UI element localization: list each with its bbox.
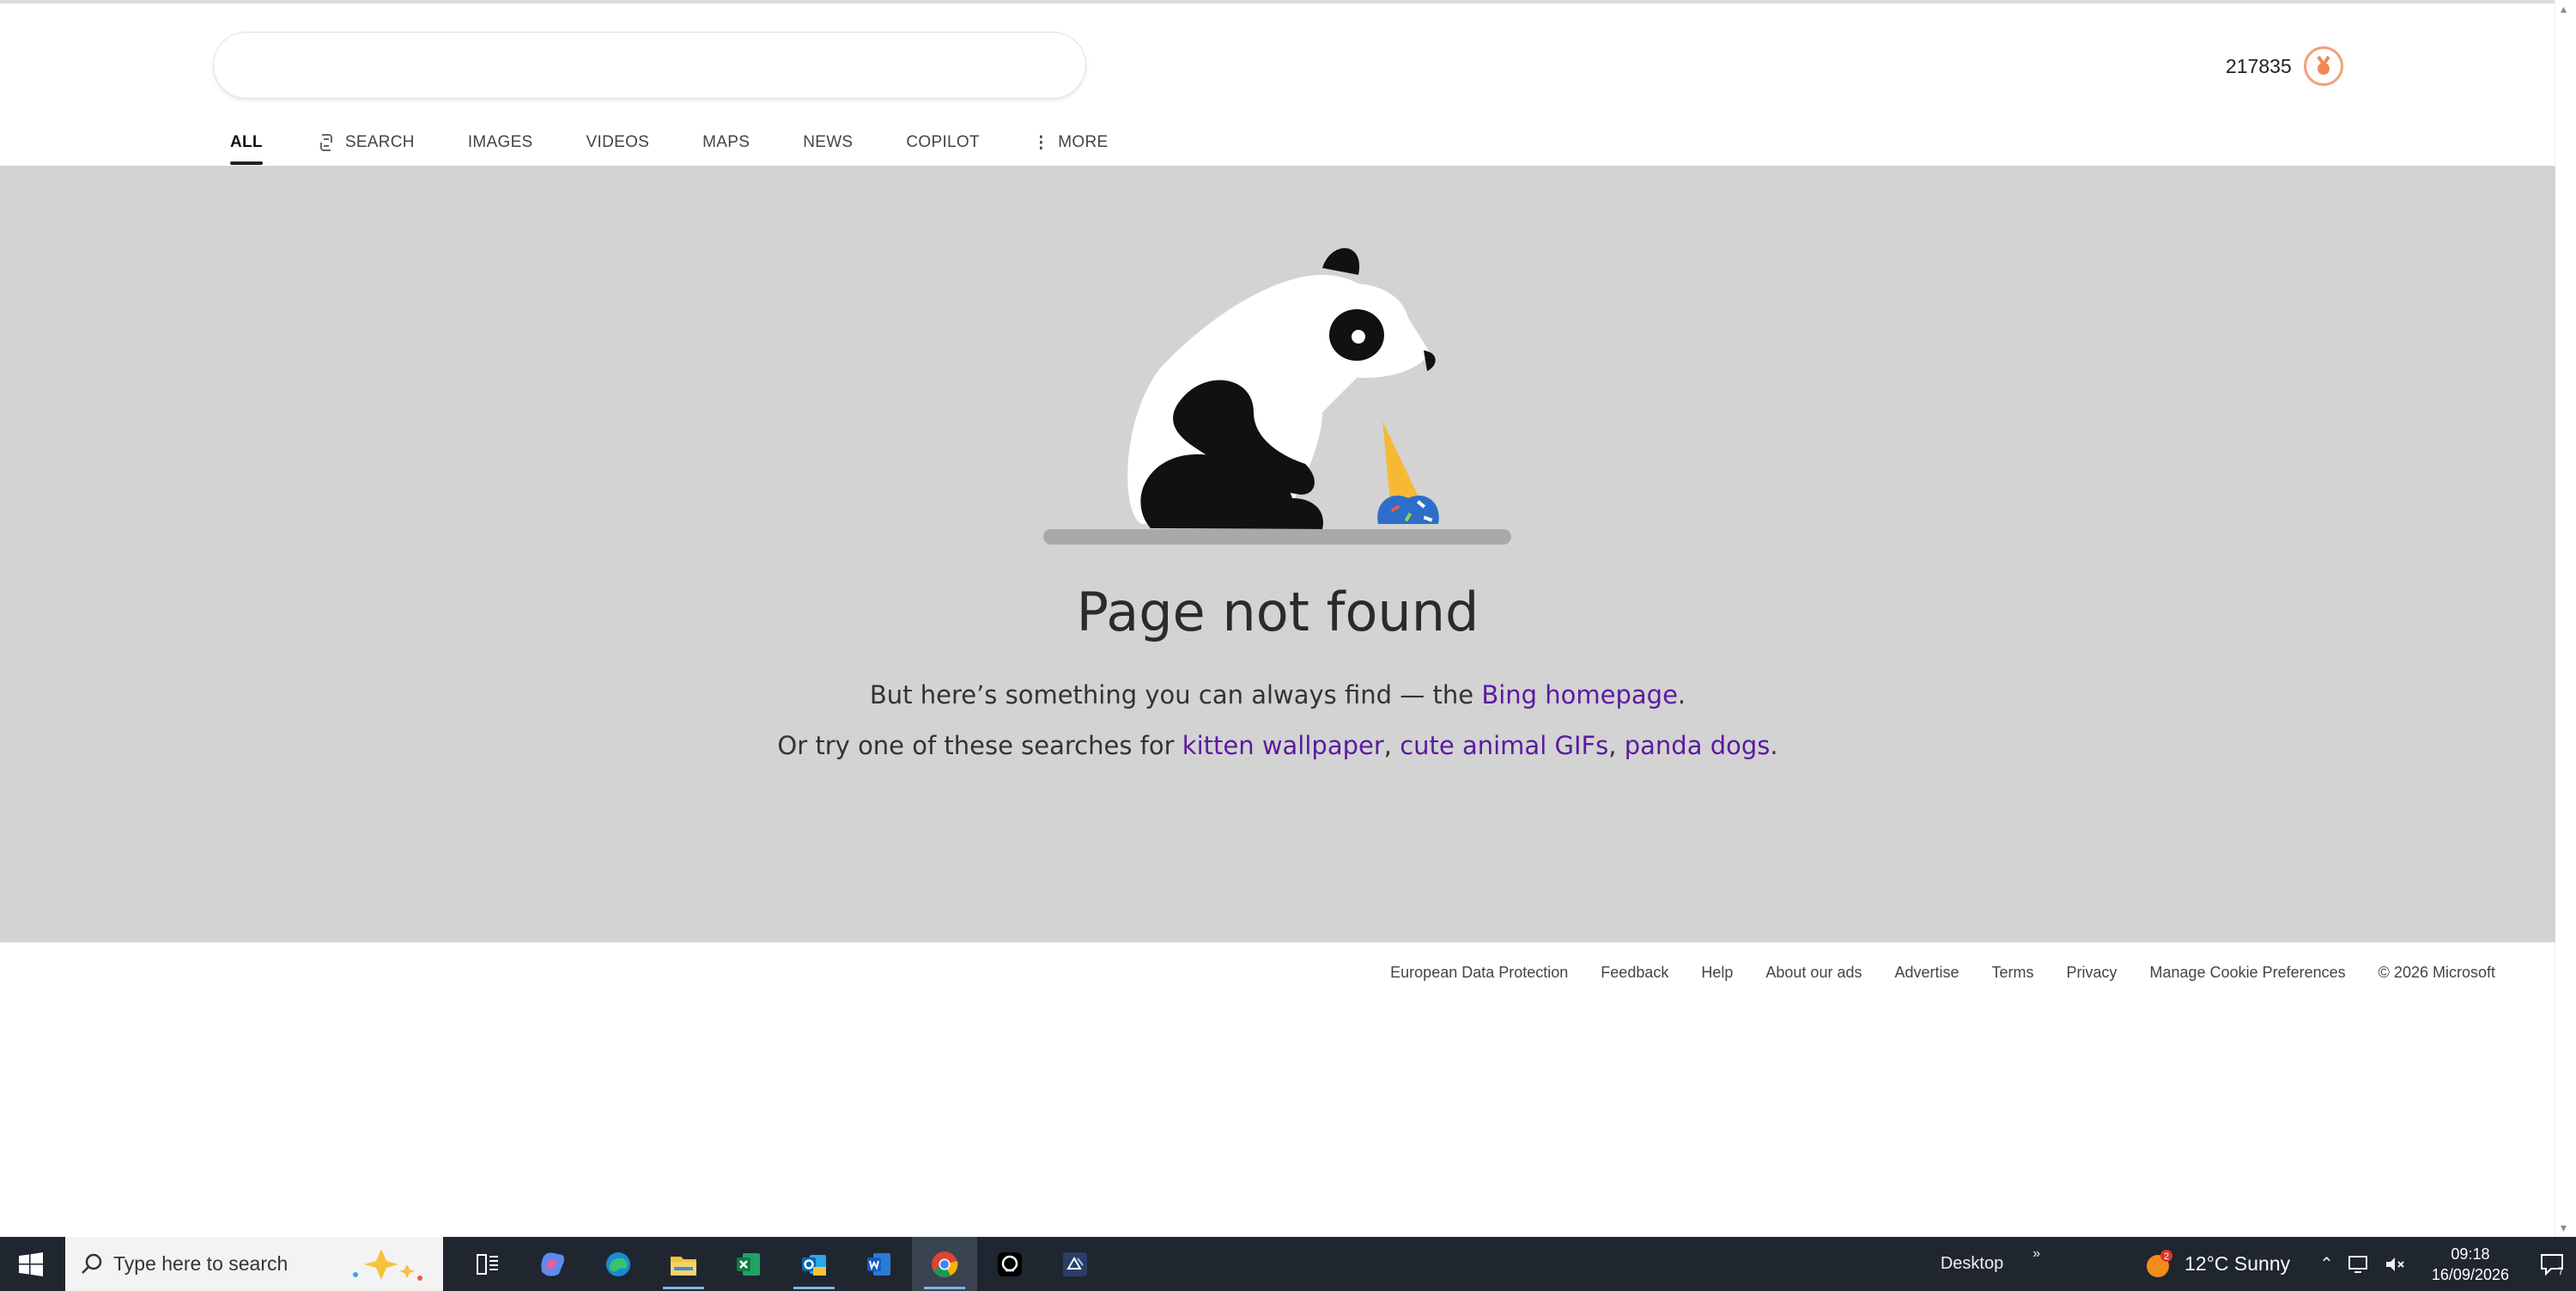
footer-link-european-data-protection[interactable]: European Data Protection (1390, 964, 1568, 982)
taskbar-clock[interactable]: 09:18 16/09/2026 (2432, 1244, 2509, 1285)
page-title: Page not found (1076, 581, 1479, 643)
footer-link-about-our-ads[interactable]: About our ads (1765, 964, 1862, 982)
start-button[interactable] (0, 1237, 62, 1291)
taskbar-search[interactable]: Type here to search (65, 1237, 443, 1291)
taskbar-copilot[interactable] (520, 1237, 586, 1291)
footer-link-privacy[interactable]: Privacy (2067, 964, 2117, 982)
windows-taskbar: Type here to search Desktop » 2 12°C Sun… (0, 1237, 2576, 1291)
taskbar-edge[interactable] (586, 1237, 651, 1291)
tab-videos[interactable]: VIDEOS (586, 120, 650, 165)
footer-copyright: © 2026 Microsoft (2378, 964, 2495, 981)
weather-widget[interactable]: 2 12°C Sunny (2143, 1249, 2290, 1280)
suggestion-link-cute-animal-gifs[interactable]: cute animal GIFs (1400, 731, 1608, 760)
copilot-search-icon (319, 134, 332, 151)
rewards-points: 217835 (2226, 54, 2292, 77)
capcut-icon (998, 1251, 1022, 1276)
notification-count: 7 (2558, 1265, 2564, 1276)
taskbar-file-explorer[interactable] (651, 1237, 716, 1291)
tab-news[interactable]: NEWS (803, 120, 853, 165)
copilot-icon (541, 1252, 564, 1276)
word-icon (867, 1252, 890, 1276)
chrome-icon (932, 1251, 958, 1277)
excel-icon (737, 1252, 760, 1276)
footer-link-cookie-preferences[interactable]: Manage Cookie Preferences (2150, 964, 2346, 982)
edge-icon (606, 1251, 630, 1276)
search-suggestions: Or try one of these searches for kitten … (777, 731, 1778, 760)
suggestion-link-panda-dogs[interactable]: panda dogs (1625, 731, 1771, 760)
top-border (0, 0, 2555, 3)
footer-links: European Data Protection Feedback Help A… (1390, 964, 2495, 982)
show-hidden-icons-icon[interactable]: ⌃ (2319, 1253, 2334, 1275)
homepage-suggestion: But here’s something you can always find… (869, 680, 1686, 709)
desktop-toolbar-label[interactable]: Desktop (1941, 1254, 2003, 1274)
tab-copilot[interactable]: COPILOT (906, 120, 980, 165)
windows-logo-icon (19, 1251, 43, 1276)
footer-link-terms[interactable]: Terms (1992, 964, 2034, 982)
taskbar-excel[interactable] (716, 1237, 781, 1291)
taskbar-apps (455, 1237, 1108, 1291)
taskbar-search-placeholder: Type here to search (113, 1252, 289, 1275)
outlook-icon (802, 1254, 826, 1276)
page-scrollbar[interactable]: ▴ ▾ (2555, 0, 2576, 1237)
scroll-down-icon[interactable]: ▾ (2561, 1221, 2567, 1235)
tab-all[interactable]: ALL (230, 120, 263, 165)
suggestion-link-kitten-wallpaper[interactable]: kitten wallpaper (1182, 731, 1384, 760)
bing-homepage-link[interactable]: Bing homepage (1481, 680, 1678, 709)
taskbar-capcut[interactable] (977, 1237, 1042, 1291)
taskbar-task-view[interactable] (455, 1237, 520, 1291)
footer-link-feedback[interactable]: Feedback (1601, 964, 1668, 982)
notification-icon: 7 (2541, 1253, 2564, 1276)
sad-panda-illustration (1043, 247, 1511, 545)
taskbar-sap[interactable] (1042, 1237, 1108, 1291)
clock-time: 09:18 (2451, 1245, 2490, 1263)
footer-link-advertise[interactable]: Advertise (1894, 964, 1959, 982)
taskbar-chrome[interactable] (912, 1237, 977, 1291)
system-tray: Desktop » 2 12°C Sunny ⌃ 09:18 16/09/202… (1941, 1237, 2576, 1291)
task-view-icon (477, 1253, 498, 1275)
search-icon (82, 1253, 102, 1274)
weather-badge: 2 (2164, 1251, 2169, 1262)
weather-text: 12°C Sunny (2184, 1252, 2291, 1275)
volume-muted-icon[interactable] (2384, 1254, 2406, 1275)
tab-search[interactable]: SEARCH (316, 120, 415, 165)
taskbar-word[interactable] (847, 1237, 912, 1291)
sap-icon (1063, 1251, 1087, 1276)
vertical-dots-icon: ⋮ (1032, 133, 1050, 152)
footer-link-help[interactable]: Help (1701, 964, 1733, 982)
sun-icon: 2 (2147, 1249, 2173, 1277)
copilot-sparkle-icon (353, 1248, 422, 1281)
search-input[interactable] (214, 33, 1085, 98)
tab-maps[interactable]: MAPS (702, 120, 750, 165)
folder-icon (671, 1256, 696, 1276)
rewards-medal-icon[interactable] (2303, 46, 2343, 86)
rewards[interactable]: 217835 (2226, 45, 2343, 88)
vertical-tabs: ALL SEARCH IMAGES VIDEOS MAPS NEWS COPIL… (230, 120, 1161, 165)
clock-date: 16/09/2026 (2431, 1265, 2509, 1283)
network-icon[interactable] (2348, 1254, 2370, 1275)
tab-more[interactable]: ⋮ MORE (1033, 120, 1109, 165)
scroll-up-icon[interactable]: ▴ (2561, 2, 2567, 16)
notification-center-button[interactable]: 7 (2528, 1252, 2576, 1276)
tab-images[interactable]: IMAGES (468, 120, 533, 165)
taskbar-outlook[interactable] (781, 1237, 847, 1291)
toolbar-expand-icon[interactable]: » (2032, 1246, 2040, 1262)
